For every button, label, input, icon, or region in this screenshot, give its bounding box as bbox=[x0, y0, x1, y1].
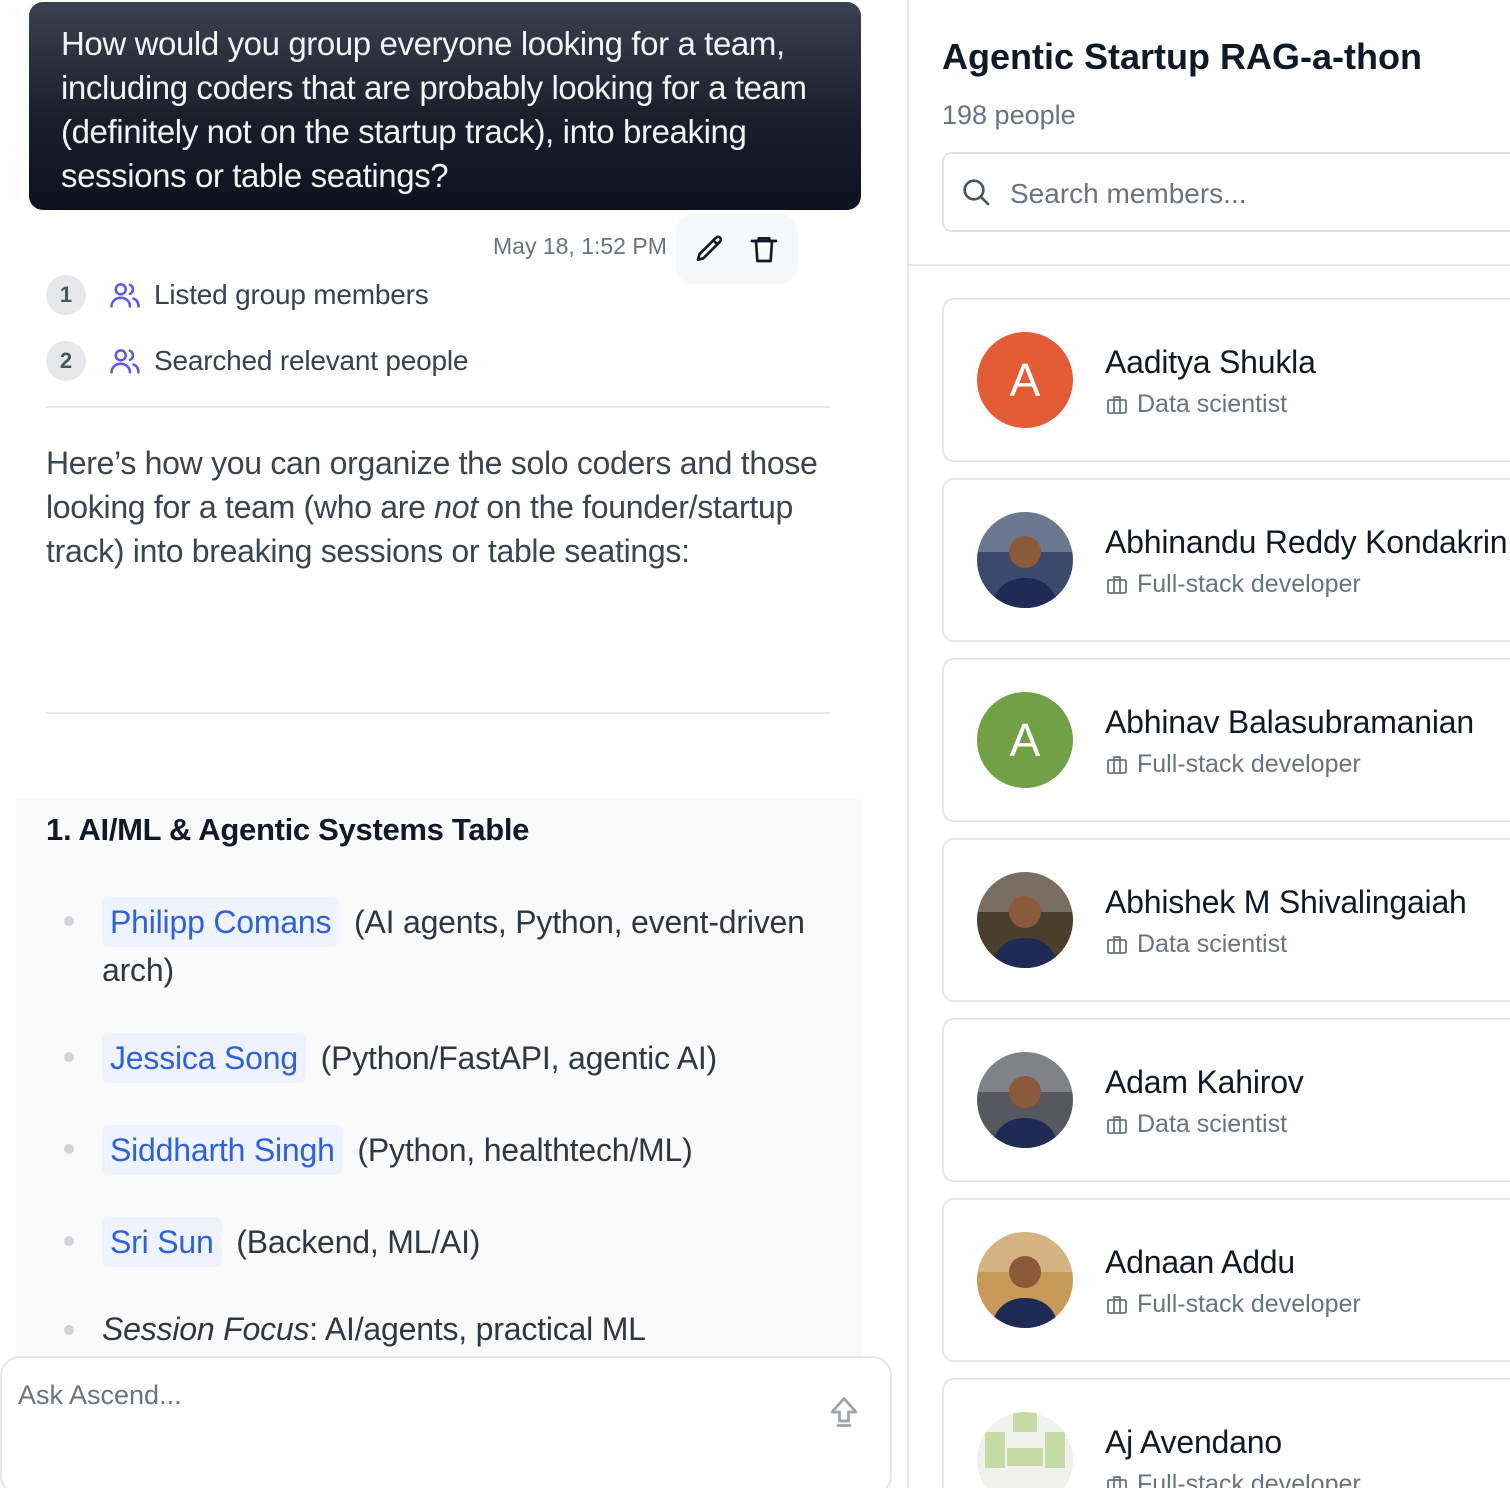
message-actions bbox=[676, 214, 798, 284]
step-label: Listed group members bbox=[154, 279, 429, 310]
member-name: Abhinandu Reddy Kondakrin bbox=[1105, 524, 1508, 560]
search-input[interactable] bbox=[1008, 168, 1510, 220]
member-card[interactable]: Aj Avendano Full-stack developer bbox=[942, 1378, 1510, 1488]
member-name: Abhinav Balasubramanian bbox=[1105, 704, 1474, 740]
avatar: A bbox=[977, 692, 1073, 788]
member-name: Abhishek M Shivalingaiah bbox=[1105, 884, 1467, 920]
member-card[interactable]: Adam Kahirov Data scientist bbox=[942, 1018, 1510, 1182]
member-card[interactable]: Abhishek M Shivalingaiah Data scientist bbox=[942, 838, 1510, 1002]
member-card[interactable]: A Aaditya Shukla Data scientist bbox=[942, 298, 1510, 462]
member-card[interactable]: A Abhinav Balasubramanian Full-stack devel… bbox=[942, 658, 1510, 822]
member-name: Adam Kahirov bbox=[1105, 1064, 1304, 1100]
briefcase-icon bbox=[1107, 1115, 1127, 1134]
member-role-label: Full-stack developer bbox=[1137, 570, 1361, 598]
assistant-intro-text: Here’s how you can organize the solo cod… bbox=[46, 441, 836, 573]
members-panel: Agentic Startup RAG-a-thon 198 people AA… bbox=[907, 0, 1510, 1488]
search-icon bbox=[963, 179, 990, 206]
avatar bbox=[977, 1232, 1073, 1328]
user-message-bubble: How would you group everyone looking for… bbox=[29, 2, 861, 210]
list-item: Sri Sun (Backend, ML/AI) bbox=[64, 1217, 844, 1267]
person-link-sri-sun[interactable]: Sri Sun bbox=[102, 1217, 222, 1267]
member-role-label: Full-stack developer bbox=[1137, 1290, 1361, 1318]
list-item: Siddharth Singh (Python, healthtech/ML) bbox=[64, 1125, 844, 1175]
step-label: Searched relevant people bbox=[154, 345, 469, 376]
list-item-session-focus: Session Focus: AI/agents, practical ML bbox=[64, 1306, 844, 1352]
member-role-label: Data scientist bbox=[1137, 930, 1288, 958]
briefcase-icon bbox=[1107, 395, 1127, 414]
step-number: 2 bbox=[46, 341, 86, 381]
member-card[interactable]: Adnaan Addu Full-stack developer bbox=[942, 1198, 1510, 1362]
briefcase-icon bbox=[1107, 575, 1127, 594]
avatar bbox=[977, 512, 1073, 608]
avatar bbox=[977, 1412, 1073, 1488]
briefcase-icon bbox=[1107, 1295, 1127, 1314]
member-card[interactable]: Abhinandu Reddy Kondakrin Full-stack deve… bbox=[942, 478, 1510, 642]
briefcase-icon bbox=[1107, 755, 1127, 774]
session-focus-label: Session Focus bbox=[102, 1311, 310, 1347]
person-link-jessica-song[interactable]: Jessica Song bbox=[102, 1033, 306, 1083]
person-link-philipp-comans[interactable]: Philipp Comans bbox=[102, 897, 340, 947]
person-link-siddharth-singh[interactable]: Siddharth Singh bbox=[102, 1125, 343, 1175]
section-heading: 1. AI/ML & Agentic Systems Table bbox=[46, 812, 530, 847]
chat-composer[interactable]: Ask Ascend... bbox=[0, 1356, 892, 1488]
list-item: Philipp Comans (AI agents, Python, event… bbox=[64, 897, 844, 993]
edit-pencil-icon[interactable] bbox=[694, 233, 726, 265]
person-skills: (Backend, ML/AI) bbox=[227, 1224, 481, 1260]
message-timestamp: May 18, 1:52 PM bbox=[493, 233, 667, 259]
member-role-label: Data scientist bbox=[1137, 1110, 1288, 1138]
briefcase-icon bbox=[1107, 935, 1127, 954]
bullet bbox=[64, 1144, 74, 1154]
member-role: Full-stack developer bbox=[1105, 570, 1361, 599]
member-role-label: Full-stack developer bbox=[1137, 750, 1361, 778]
avatar: A bbox=[977, 332, 1073, 428]
tool-step-1: 1 Listed group members bbox=[46, 275, 429, 315]
composer-placeholder[interactable]: Ask Ascend... bbox=[18, 1380, 182, 1411]
send-arrow-icon[interactable] bbox=[826, 1394, 862, 1430]
member-role: Full-stack developer bbox=[1105, 1290, 1361, 1319]
member-name: Adnaan Addu bbox=[1105, 1244, 1295, 1280]
intro-emphasis: not bbox=[434, 489, 478, 525]
member-search[interactable] bbox=[942, 152, 1510, 232]
event-title: Agentic Startup RAG-a-thon bbox=[942, 36, 1422, 77]
tool-step-2: 2 Searched relevant people bbox=[46, 341, 469, 381]
bullet bbox=[64, 1236, 74, 1246]
member-name: Aj Avendano bbox=[1105, 1424, 1282, 1460]
member-role: Data scientist bbox=[1105, 1110, 1287, 1139]
divider bbox=[909, 264, 1510, 266]
bullet bbox=[64, 916, 74, 926]
users-icon bbox=[110, 283, 140, 308]
member-role: Data scientist bbox=[1105, 930, 1287, 959]
avatar bbox=[977, 1052, 1073, 1148]
avatar bbox=[977, 872, 1073, 968]
briefcase-icon bbox=[1107, 1475, 1127, 1488]
person-skills: (Python/FastAPI, agentic AI) bbox=[311, 1040, 718, 1076]
member-name: Aaditya Shukla bbox=[1105, 344, 1316, 380]
member-role: Data scientist bbox=[1105, 390, 1287, 419]
divider bbox=[46, 406, 830, 408]
step-number: 1 bbox=[46, 275, 86, 315]
person-skills: (Python, healthtech/ML) bbox=[348, 1132, 693, 1168]
users-icon bbox=[110, 349, 140, 374]
member-role: Full-stack developer bbox=[1105, 750, 1361, 779]
bullet bbox=[64, 1325, 74, 1335]
member-role: Full-stack developer bbox=[1105, 1470, 1361, 1488]
bullet bbox=[64, 1052, 74, 1062]
session-focus-text: : AI/agents, practical ML bbox=[309, 1311, 646, 1347]
trash-icon[interactable] bbox=[748, 233, 780, 265]
list-item: Jessica Song (Python/FastAPI, agentic AI… bbox=[64, 1033, 844, 1083]
member-role-label: Data scientist bbox=[1137, 390, 1288, 418]
member-role-label: Full-stack developer bbox=[1137, 1470, 1361, 1488]
divider bbox=[46, 712, 830, 714]
people-count: 198 people bbox=[942, 100, 1076, 130]
chat-panel: How would you group everyone looking for… bbox=[0, 0, 894, 1488]
